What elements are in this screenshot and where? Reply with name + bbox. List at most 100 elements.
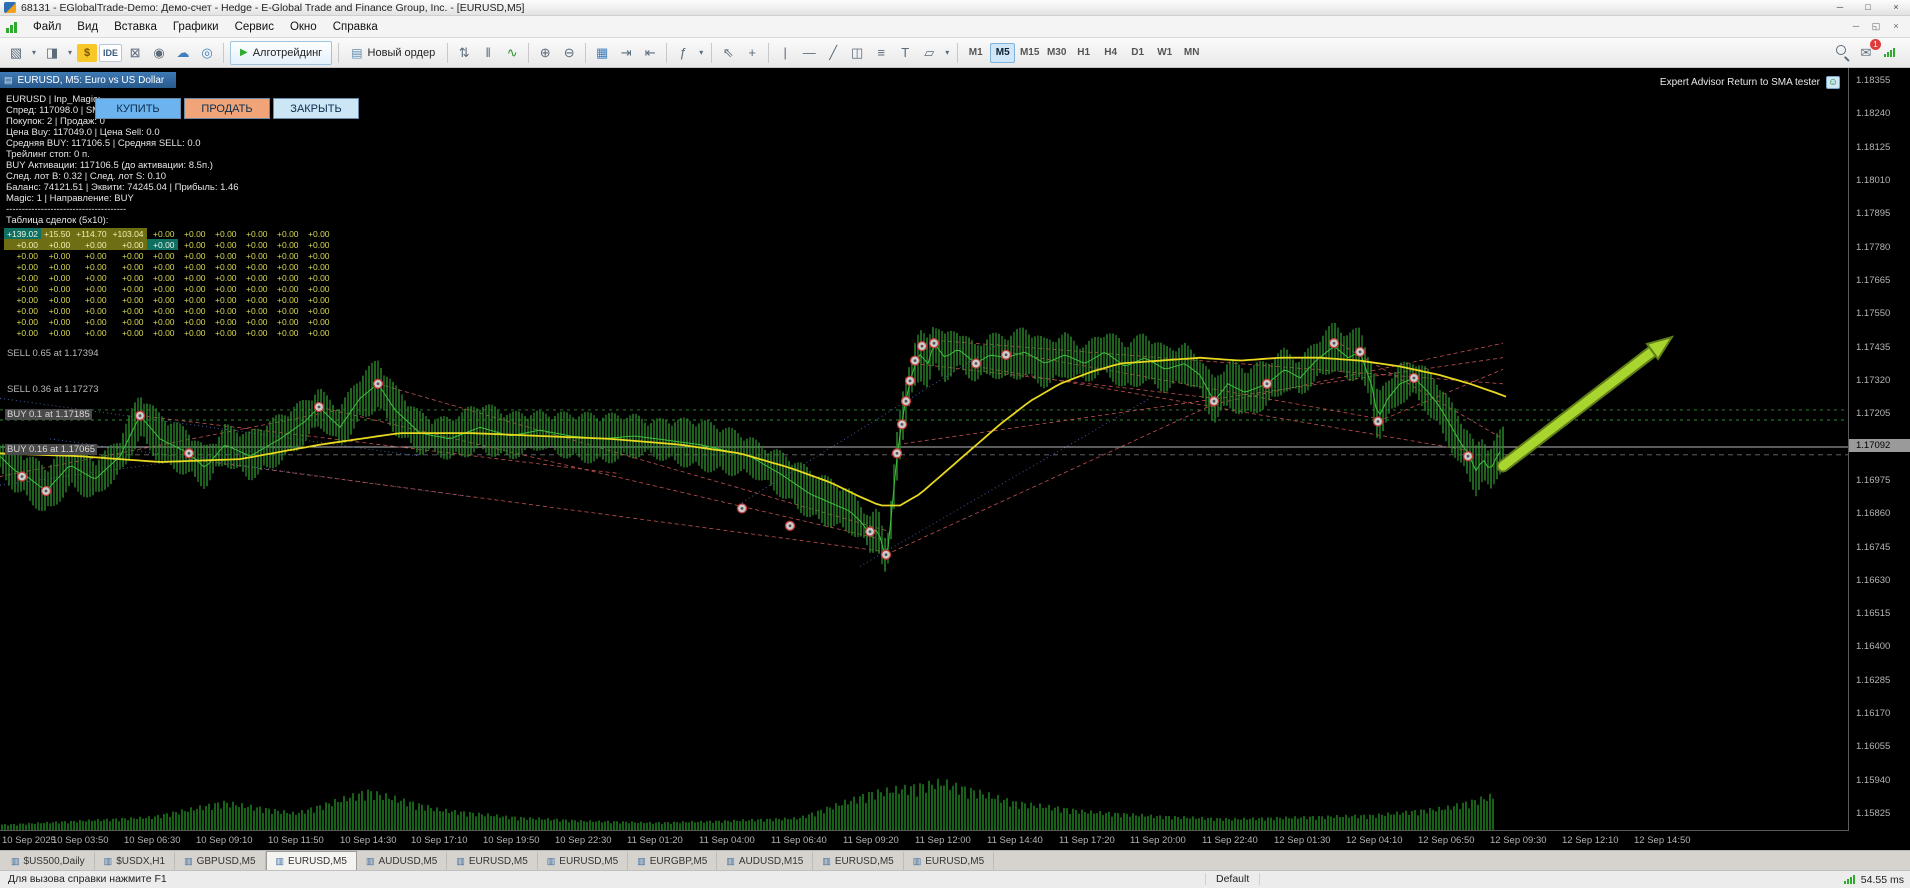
menu-item-0[interactable]: Файл — [25, 18, 69, 36]
timeframe-h4-button[interactable]: H4 — [1098, 43, 1123, 63]
ea-smiley-icon[interactable]: ☺ — [1826, 76, 1840, 89]
new-chart-icon[interactable]: ▧ — [5, 42, 27, 64]
ea-table-cell: +0.00 — [184, 272, 206, 283]
window-titlebar[interactable]: 68131 - EGlobalTrade-Demo: Демо-счет - H… — [0, 0, 1910, 16]
timeframe-d1-button[interactable]: D1 — [1125, 43, 1150, 63]
trendline-icon[interactable]: ╱ — [822, 42, 844, 64]
ea-buy-button[interactable]: КУПИТЬ — [95, 98, 181, 119]
child-restore-button[interactable]: ◱ — [1866, 21, 1886, 32]
chart-tab-0[interactable]: ▥ $US500,Daily — [2, 852, 95, 870]
auto-scroll-icon[interactable]: ⇥ — [615, 42, 637, 64]
search-icon[interactable] — [1831, 42, 1853, 64]
price-axis-label: 1.15940 — [1856, 775, 1891, 786]
price-axis-label: 1.16285 — [1856, 675, 1891, 686]
ea-table-row: +0.00 +0.00 +0.00 +0.00 +0.00 +0.00 +0.00 +0.00… — [4, 239, 333, 250]
ea-table-cell: +0.00 — [246, 261, 268, 272]
ea-table-cell: +0.00 — [184, 261, 206, 272]
status-profile[interactable]: Default — [1205, 873, 1261, 885]
chart-shift-icon[interactable]: ⇤ — [639, 42, 661, 64]
price-axis[interactable]: 1.18355 1.18240 1.18125 1.18010 1.17895 1.177… — [1848, 68, 1910, 830]
ea-table-cell: +0.00 — [277, 239, 299, 250]
timeframe-h1-button[interactable]: H1 — [1071, 43, 1096, 63]
profiles-icon[interactable]: ◨ — [41, 42, 63, 64]
menu-item-2[interactable]: Вставка — [106, 18, 165, 36]
timeframe-w1-button[interactable]: W1 — [1152, 43, 1177, 63]
grid-icon[interactable]: ▦ — [591, 42, 613, 64]
market-watch-icon[interactable]: $ — [77, 43, 97, 62]
chart-tab-5[interactable]: ▥ EURUSD,M5 — [447, 852, 538, 870]
ide-icon[interactable]: IDE — [99, 43, 123, 62]
chart-tab-9[interactable]: ▥ EURUSD,M5 — [813, 852, 904, 870]
shapes-dropdown[interactable]: ▾ — [942, 42, 952, 64]
time-axis-label: 11 Sep 14:40 — [987, 835, 1043, 846]
ea-table-cell: +15.50 — [40, 228, 74, 239]
ea-table-cell: +0.00 — [246, 228, 268, 239]
chart-tab-3[interactable]: ▥ EURUSD,M5 — [265, 851, 357, 870]
indicators-dropdown[interactable]: ▾ — [696, 42, 706, 64]
price-chart[interactable] — [0, 68, 1848, 830]
ea-header: Expert Advisor Return to SMA tester ☺ — [1660, 76, 1840, 89]
community-icon[interactable]: ◎ — [196, 42, 218, 64]
zoom-out-icon[interactable]: ⊖ — [558, 42, 580, 64]
chart-tab-6[interactable]: ▥ EURUSD,M5 — [537, 852, 629, 870]
channel-icon[interactable]: ◫ — [846, 42, 868, 64]
chart-tab-7[interactable]: ▥ EURGBP,M5 — [628, 852, 718, 870]
chart-tab-2[interactable]: ▥ GBPUSD,M5 — [175, 852, 266, 870]
fibonacci-icon[interactable]: ≡ — [870, 42, 892, 64]
timeframe-m5-button[interactable]: M5 — [990, 42, 1016, 63]
ea-trades-table: +139.02 +15.50 +114.70 +103.04 +0.00 +0.00 +0.… — [4, 228, 333, 338]
cloud-icon[interactable]: ☁ — [172, 42, 194, 64]
menu-item-6[interactable]: Справка — [325, 18, 386, 36]
timeframe-m1-button[interactable]: M1 — [963, 43, 988, 63]
alerts-icon[interactable]: ✉ 1 — [1855, 38, 1881, 64]
chart-tab-4[interactable]: ▥ AUDUSD,M5 — [356, 852, 448, 870]
ea-close-button[interactable]: ЗАКРЫТЬ — [273, 98, 359, 119]
shapes-icon[interactable]: ▱ — [918, 42, 940, 64]
text-tool-icon[interactable]: T — [894, 42, 916, 64]
chart-tab-10[interactable]: ▥ EURUSD,M5 — [903, 852, 995, 870]
record-icon[interactable]: ◉ — [148, 42, 170, 64]
minimize-button[interactable]: ─ — [1826, 0, 1854, 15]
menu-item-5[interactable]: Окно — [282, 18, 325, 36]
connection-status[interactable]: 54.55 ms — [1843, 871, 1904, 888]
horizontal-line-icon[interactable]: — — [798, 42, 820, 64]
profiles-dropdown[interactable]: ▾ — [65, 42, 75, 64]
tick-chart-icon[interactable]: ⇅ — [453, 42, 475, 64]
ea-table-cell: +0.00 — [85, 261, 107, 272]
indicators-icon[interactable]: ƒ — [672, 42, 694, 64]
close-button[interactable]: × — [1882, 0, 1910, 15]
chart-tab-label: AUDUSD,M15 — [738, 855, 804, 867]
crosshair-icon[interactable]: + — [741, 42, 763, 64]
ea-sell-button[interactable]: ПРОДАТЬ — [184, 98, 270, 119]
menu-item-4[interactable]: Сервис — [227, 18, 282, 36]
algotrading-button[interactable]: ▶ Алготрейдинг — [230, 40, 333, 65]
chart-tab-icon: ▥ — [822, 855, 831, 866]
ea-table-cell: +0.00 — [308, 294, 330, 305]
new-order-button[interactable]: ▤ Новый ордер — [344, 41, 442, 65]
time-axis-label: 12 Sep 12:10 — [1562, 835, 1619, 846]
chart-caption[interactable]: ▤ EURUSD, M5: Euro vs US Dollar — [0, 72, 177, 88]
chart-tab-icon: ▥ — [456, 855, 465, 866]
performance-icon[interactable] — [1879, 42, 1901, 64]
child-minimize-button[interactable]: ─ — [1846, 21, 1866, 32]
child-close-button[interactable]: × — [1886, 21, 1906, 32]
menu-item-1[interactable]: Вид — [69, 18, 106, 36]
timeframe-mn-button[interactable]: MN — [1179, 43, 1204, 63]
bars-chart-icon[interactable]: ǁ — [477, 42, 499, 64]
lock-icon[interactable]: ⊠ — [124, 42, 146, 64]
timeframe-m30-button[interactable]: M30 — [1044, 43, 1069, 63]
cursor-icon[interactable]: ⇖ — [717, 42, 739, 64]
new-chart-dropdown[interactable]: ▾ — [29, 42, 39, 64]
chart-tab-1[interactable]: ▥ $USDX,H1 — [94, 852, 176, 870]
vertical-line-icon[interactable]: | — [774, 42, 796, 64]
chart-tab-icon: ▥ — [546, 855, 556, 866]
line-chart-icon[interactable]: ∿ — [501, 42, 523, 64]
maximize-button[interactable]: □ — [1854, 0, 1882, 15]
ea-table-cell: +0.00 — [277, 261, 299, 272]
time-axis[interactable]: 10 Sep 2025 10 Sep 03:50 10 Sep 06:30 10 Se… — [0, 830, 1849, 850]
chart-tab-8[interactable]: ▥ AUDUSD,M15 — [717, 852, 814, 870]
menu-item-3[interactable]: Графики — [165, 18, 227, 36]
toolbar-right-icons: ✉ 1 — [1830, 38, 1902, 64]
zoom-in-icon[interactable]: ⊕ — [534, 42, 556, 64]
timeframe-m15-button[interactable]: M15 — [1017, 43, 1042, 63]
